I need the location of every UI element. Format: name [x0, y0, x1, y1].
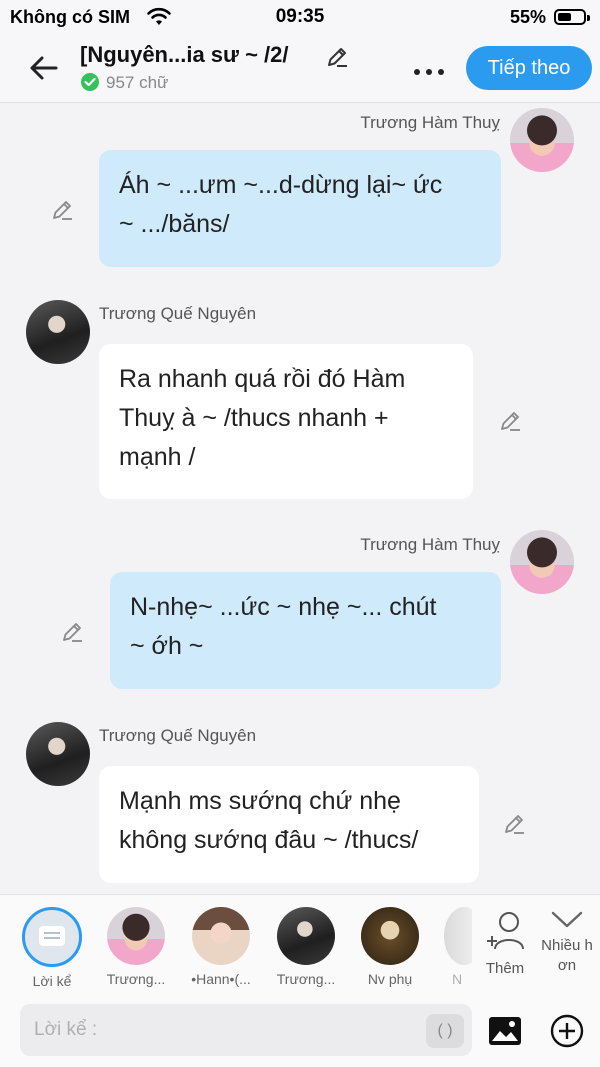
message-bubble[interactable]: Mạnh ms sướnq chứ nhẹ không sướnq đâu ~ … — [99, 766, 479, 883]
avatar[interactable] — [26, 722, 90, 786]
character-label: N — [452, 971, 463, 987]
message-bubble[interactable]: Ra nhanh quá rồi đó Hàm Thuỵ à ~ /thucs … — [99, 344, 473, 499]
message-line: Thuỵ à ~ /thucs nhanh + — [119, 404, 389, 432]
narration-input[interactable]: Lời kể : — [20, 1004, 472, 1056]
next-button[interactable]: Tiếp theo — [466, 46, 592, 90]
story-title[interactable]: [Nguyên...ia sư ~ /2/ — [80, 42, 289, 68]
battery-percent: 55% — [509, 7, 546, 27]
character-item[interactable]: Nv phụ — [354, 907, 426, 987]
character-item[interactable]: Trương... — [270, 907, 342, 987]
battery-icon — [554, 9, 590, 25]
message-line: mạnh / — [119, 443, 196, 471]
chat-area[interactable]: Trương Hàm Thuỵ Áh ~ ...ưm ~...d-dừng lạ… — [0, 102, 600, 894]
add-person-icon — [487, 912, 524, 950]
parenthesis-button[interactable]: ( ) — [426, 1014, 464, 1048]
character-label: Trương... — [276, 971, 336, 987]
avatar[interactable] — [510, 530, 574, 594]
edit-pencil-icon[interactable] — [502, 811, 528, 837]
edit-pencil-icon[interactable] — [50, 197, 76, 223]
add-character-label: Thêm — [485, 960, 525, 977]
message-sender: Trương Quế Nguyên — [99, 726, 257, 745]
avatar[interactable] — [26, 300, 90, 364]
message-line: Mạnh ms sướnq chứ nhẹ — [119, 787, 401, 815]
add-circle-icon[interactable] — [550, 1014, 584, 1048]
character-item[interactable]: Trương... — [100, 907, 172, 987]
chevron-down-icon — [551, 911, 583, 928]
avatar — [277, 907, 335, 965]
message-line: không sướnq đâu ~ /thucs/ — [119, 826, 419, 854]
message-sender: Trương Hàm Thuỵ — [360, 535, 500, 554]
composer: Lời kể : ( ) — [0, 990, 600, 1067]
back-arrow-icon[interactable] — [26, 50, 62, 86]
status-bar: Không có SIM 09:35 55% — [0, 0, 600, 36]
message-bubble[interactable]: Áh ~ ...ưm ~...d-dừng lại~ ức ~ .../băns… — [99, 150, 501, 267]
avatar — [107, 907, 165, 965]
narrator-icon — [22, 907, 82, 967]
avatar — [444, 907, 472, 965]
word-count: 957 chữ — [80, 72, 168, 93]
character-item[interactable]: N — [436, 907, 472, 987]
editor-header: [Nguyên...ia sư ~ /2/ 957 chữ Tiếp theo — [0, 36, 600, 103]
message-bubble[interactable]: N-nhẹ~ ...ức ~ nhẹ ~... chút ~ ớh ~ — [110, 572, 501, 689]
edit-pencil-icon[interactable] — [60, 619, 86, 645]
character-label: •Hann•(... — [191, 971, 251, 987]
check-circle-icon — [81, 73, 99, 91]
edit-pencil-icon[interactable] — [498, 408, 524, 434]
avatar — [361, 907, 419, 965]
image-icon[interactable] — [488, 1016, 522, 1046]
edit-title-pencil-icon[interactable] — [324, 44, 350, 70]
avatar — [192, 907, 250, 965]
message-line: ~ .../băns/ — [119, 210, 230, 238]
message-line: Ra nhanh quá rồi đó Hàm — [119, 365, 406, 393]
message-sender: Trương Hàm Thuỵ — [360, 113, 500, 132]
character-item[interactable]: •Hann•(... — [185, 907, 257, 987]
message-line: ~ ớh ~ — [130, 632, 204, 660]
character-label: Trương... — [106, 971, 166, 987]
expand-label: Nhiều h ơn — [541, 937, 593, 974]
message-line: N-nhẹ~ ...ức ~ nhẹ ~... chút — [130, 593, 437, 621]
word-count-label: 957 chữ — [106, 73, 169, 92]
message-sender: Trương Quế Nguyên — [99, 304, 257, 323]
message-line: Áh ~ ...ưm ~...d-dừng lại~ ức — [119, 171, 443, 199]
add-character-button[interactable]: Thêm — [480, 909, 530, 977]
character-strip: Lời kể Trương... •Hann•(... Trương... Nv… — [0, 894, 600, 991]
character-narrator[interactable]: Lời kể — [16, 907, 88, 989]
avatar[interactable] — [510, 108, 574, 172]
expand-characters-button[interactable]: Nhiều h ơn — [538, 907, 596, 976]
character-label: Lời kể — [32, 973, 72, 989]
more-options-icon[interactable] — [414, 62, 454, 75]
character-label: Nv phụ — [367, 971, 413, 987]
